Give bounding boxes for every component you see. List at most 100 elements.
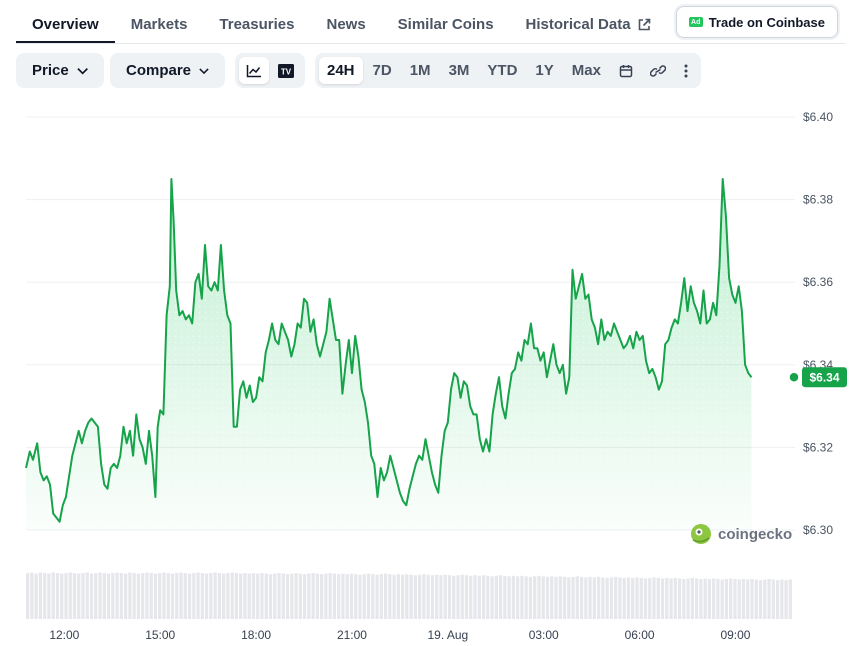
- volume-bar: [763, 579, 767, 619]
- range-7d-button[interactable]: 7D: [365, 57, 400, 84]
- volume-bar: [686, 578, 690, 619]
- volume-bar: [273, 573, 277, 619]
- volume-bar: [38, 572, 43, 619]
- tab-overview[interactable]: Overview: [16, 16, 115, 43]
- tab-similar-coins[interactable]: Similar Coins: [382, 16, 510, 43]
- volume-bar: [200, 573, 204, 619]
- price-dropdown[interactable]: Price: [16, 53, 104, 88]
- volume-bar: [209, 573, 213, 619]
- volume-bar: [345, 574, 349, 619]
- volume-bar: [618, 577, 622, 619]
- volume-bar: [230, 572, 234, 619]
- link-icon: [649, 64, 666, 77]
- volume-bar: [302, 574, 307, 619]
- volume-bar: [750, 579, 754, 619]
- compare-dropdown[interactable]: Compare: [110, 53, 225, 88]
- range-1y-button[interactable]: 1Y: [527, 57, 561, 84]
- range-3m-button[interactable]: 3M: [441, 57, 478, 84]
- volume-bar: [217, 573, 222, 619]
- tab-historical-data-label: Historical Data: [525, 16, 631, 33]
- x-tick-label: 21:00: [337, 628, 367, 642]
- x-tick-label: 03:00: [529, 628, 559, 642]
- volume-bar: [358, 574, 362, 619]
- volume-bar: [469, 575, 473, 619]
- volume-bar: [605, 577, 609, 619]
- chart-toolbar: Price Compare TV 24H 7D 1M 3M YTD 1Y Max: [16, 53, 701, 88]
- volume-bar: [439, 575, 443, 619]
- volume-bar: [712, 578, 716, 619]
- volume-bar: [452, 575, 456, 619]
- volume-bar: [119, 573, 124, 619]
- date-range-button[interactable]: [611, 57, 641, 84]
- volume-bar: [682, 579, 686, 619]
- volume-bar: [643, 578, 648, 619]
- volume-bar: [422, 574, 426, 619]
- line-chart-button[interactable]: [239, 57, 269, 84]
- volume-bar: [562, 576, 567, 619]
- volume-bar: [251, 573, 256, 619]
- volume-bar: [234, 573, 239, 619]
- volume-bar: [285, 574, 290, 619]
- range-max-button[interactable]: Max: [564, 57, 609, 84]
- chevron-down-icon: [199, 67, 209, 74]
- x-tick-label: 19. Aug: [427, 628, 468, 642]
- volume-bar: [626, 577, 631, 619]
- volume-bar: [677, 578, 682, 619]
- volume-bar: [481, 575, 486, 619]
- tab-news[interactable]: News: [310, 16, 381, 43]
- volume-bar: [456, 575, 460, 619]
- volume-bar: [660, 578, 665, 619]
- volume-bar: [758, 580, 763, 619]
- volume-bar: [145, 572, 149, 619]
- volume-bar: [447, 575, 452, 619]
- volume-bar: [55, 573, 60, 619]
- tab-historical-data[interactable]: Historical Data: [510, 16, 667, 43]
- chevron-down-icon: [77, 67, 88, 75]
- volume-bar: [741, 579, 746, 619]
- volume-bar: [426, 574, 430, 619]
- compare-dropdown-label: Compare: [126, 62, 192, 79]
- volume-bar: [631, 577, 635, 619]
- volume-bar: [247, 573, 251, 619]
- range-1m-button[interactable]: 1M: [402, 57, 439, 84]
- volume-bar: [47, 573, 51, 619]
- volume-bar: [149, 573, 153, 619]
- volume-bar: [294, 573, 298, 619]
- volume-bar: [669, 578, 673, 619]
- volume-bar: [596, 576, 601, 619]
- volume-bar: [354, 574, 358, 619]
- volume-bar: [656, 577, 660, 619]
- x-axis-ticks: 12:00 15:00 18:00 21:00 19. Aug 03:00 06:00 09:…: [49, 628, 750, 642]
- volume-bar: [64, 573, 68, 619]
- volume-bars: [26, 572, 792, 619]
- y-tick-label: $6.40: [803, 110, 833, 124]
- volume-bar: [98, 572, 102, 619]
- trade-on-coinbase-button[interactable]: Ad Trade on Coinbase: [675, 6, 838, 38]
- volume-bar: [128, 572, 132, 619]
- volume-bar: [592, 577, 596, 619]
- volume-bar: [226, 573, 230, 619]
- volume-bar: [26, 573, 30, 619]
- share-link-button[interactable]: [643, 57, 673, 84]
- range-24h-button[interactable]: 24H: [319, 57, 363, 84]
- y-tick-label: $6.36: [803, 275, 833, 289]
- volume-bar: [324, 573, 328, 619]
- volume-bar: [571, 576, 575, 619]
- volume-bar: [158, 573, 162, 619]
- volume-bar: [162, 572, 166, 619]
- tab-treasuries[interactable]: Treasuries: [203, 16, 310, 43]
- volume-bar: [780, 579, 784, 619]
- tab-markets[interactable]: Markets: [115, 16, 204, 43]
- volume-bar: [409, 574, 413, 619]
- volume-bar: [690, 577, 694, 619]
- tradingview-letters: TV: [281, 67, 292, 76]
- volume-bar: [430, 575, 435, 619]
- tradingview-button[interactable]: TV: [271, 57, 301, 84]
- volume-bar: [311, 573, 315, 619]
- volume-bar: [648, 577, 652, 619]
- volume-bar: [673, 577, 677, 619]
- volume-bar: [511, 575, 516, 619]
- more-icon: [684, 64, 688, 77]
- more-options-button[interactable]: [675, 57, 697, 84]
- range-ytd-button[interactable]: YTD: [479, 57, 525, 84]
